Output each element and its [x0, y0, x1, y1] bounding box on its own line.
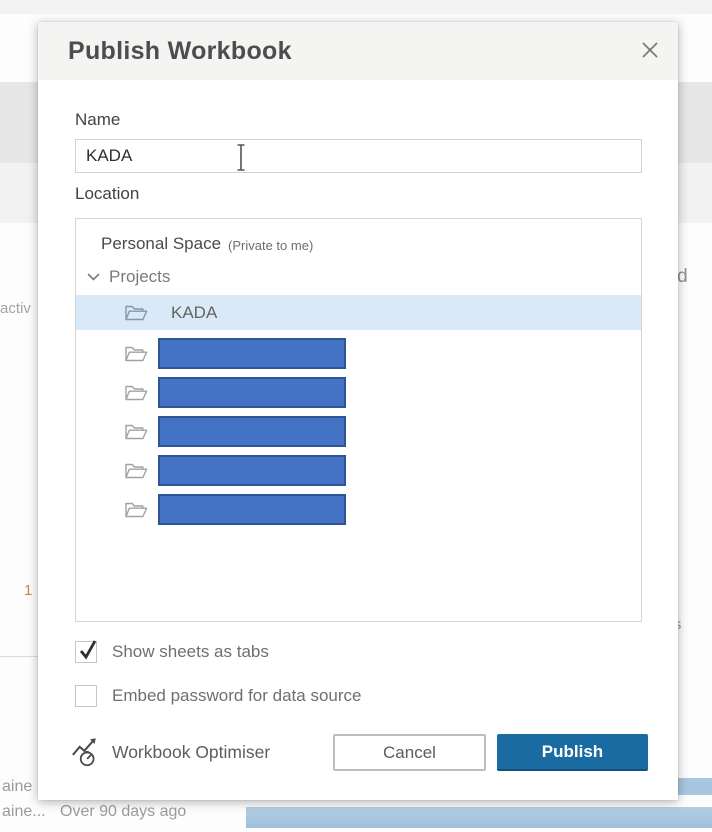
- text-cursor-icon: [234, 143, 248, 177]
- projects-label: Projects: [109, 267, 170, 287]
- tree-item-project-redacted[interactable]: [76, 416, 641, 447]
- background-divider: [0, 656, 38, 657]
- screen: and activ 1 ays aine aine... Over 90 day…: [0, 0, 712, 832]
- tree-item-project-redacted[interactable]: [76, 494, 641, 525]
- open-folder-icon: [124, 422, 148, 442]
- chevron-down-icon: [87, 272, 100, 282]
- checkbox[interactable]: [75, 685, 97, 707]
- location-label: Location: [75, 184, 139, 204]
- background-partial-text: aine: [2, 778, 32, 796]
- name-label: Name: [75, 110, 120, 130]
- checkbox[interactable]: [75, 641, 97, 663]
- publish-workbook-dialog: Publish Workbook Name KADA Location: [38, 22, 678, 800]
- personal-space-label: Personal Space: [101, 234, 221, 254]
- background-partial-text: aine...: [2, 803, 46, 821]
- tree-item-project-redacted[interactable]: [76, 338, 641, 369]
- show-sheets-as-tabs-option[interactable]: Show sheets as tabs: [75, 641, 269, 663]
- open-folder-icon: [124, 303, 148, 323]
- cancel-button[interactable]: Cancel: [333, 734, 486, 771]
- redaction-box: [158, 416, 346, 447]
- redaction-box: [158, 338, 346, 369]
- check-icon: [78, 638, 100, 662]
- dialog-footer: Workbook Optimiser Cancel Publish: [38, 734, 678, 772]
- redaction-box: [158, 377, 346, 408]
- background-highlight-bar: [246, 807, 712, 828]
- tree-item-personal-space[interactable]: Personal Space (Private to me): [76, 229, 641, 259]
- open-folder-icon: [124, 383, 148, 403]
- tree-item-project-redacted[interactable]: [76, 455, 641, 486]
- close-button[interactable]: [636, 38, 664, 66]
- publish-button[interactable]: Publish: [497, 734, 648, 771]
- tree-item-projects[interactable]: Projects: [76, 259, 641, 295]
- open-folder-icon: [124, 500, 148, 520]
- workbook-optimizer-link[interactable]: Workbook Optimiser: [70, 736, 270, 768]
- redaction-box: [158, 494, 346, 525]
- workbook-optimizer-label: Workbook Optimiser: [112, 742, 270, 763]
- tree-item-project-redacted[interactable]: [76, 377, 641, 408]
- name-input[interactable]: KADA: [75, 139, 642, 173]
- dialog-title: Publish Workbook: [68, 37, 292, 66]
- workbook-optimizer-icon: [70, 736, 102, 768]
- name-input-value: KADA: [86, 146, 132, 166]
- open-folder-icon: [124, 344, 148, 364]
- open-folder-icon: [124, 461, 148, 481]
- folder-name: KADA: [171, 303, 217, 323]
- close-icon: [638, 38, 662, 67]
- background-timestamp: Over 90 days ago: [60, 803, 186, 821]
- redaction-box: [158, 455, 346, 486]
- tree-item-project-kada[interactable]: KADA: [76, 295, 641, 330]
- background-partial-text: activ: [0, 300, 31, 317]
- dialog-header: Publish Workbook: [38, 22, 678, 80]
- background-highlight-bar: [677, 778, 712, 795]
- background-page-number: 1: [24, 582, 32, 599]
- option-label: Embed password for data source: [112, 686, 361, 706]
- location-listbox: Personal Space (Private to me) Projects: [75, 218, 642, 622]
- option-label: Show sheets as tabs: [112, 642, 269, 662]
- background-top-strip: [0, 0, 712, 14]
- embed-password-option[interactable]: Embed password for data source: [75, 685, 361, 707]
- personal-space-note: (Private to me): [228, 236, 313, 253]
